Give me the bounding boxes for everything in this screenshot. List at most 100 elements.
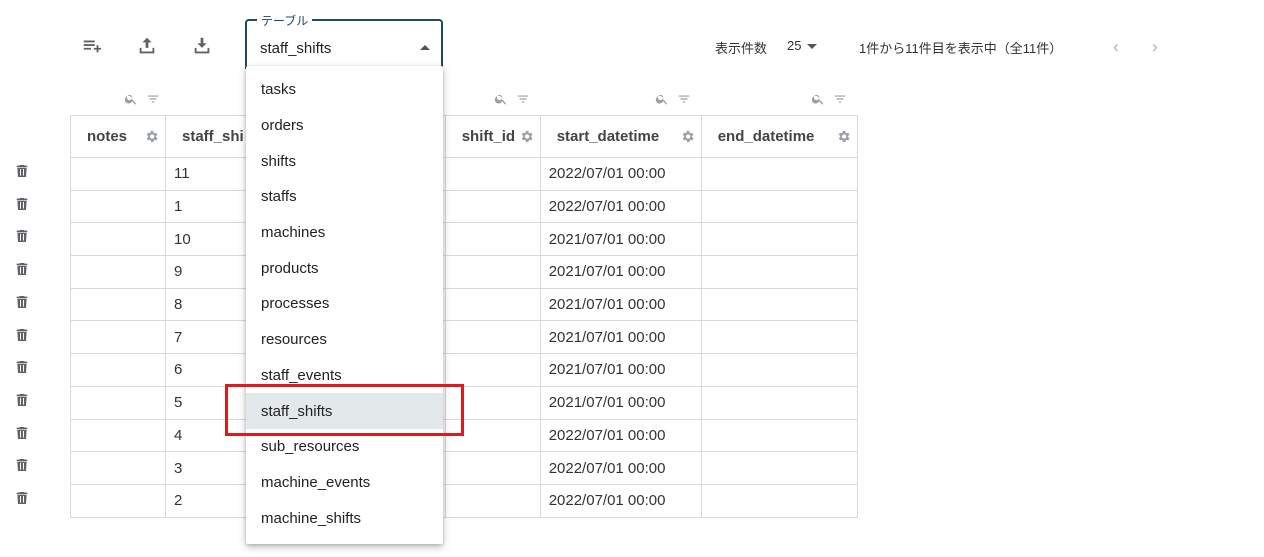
delete-row-button[interactable] (14, 392, 30, 408)
table-row[interactable]: 11 2022/07/01 00:00 (70, 157, 858, 191)
table-cell[interactable] (700, 287, 858, 322)
delete-row-button[interactable] (14, 359, 30, 375)
table-cell[interactable] (70, 483, 166, 518)
download-button[interactable] (190, 36, 214, 60)
table-cell[interactable]: 10 (165, 222, 255, 257)
search-icon[interactable] (494, 92, 508, 111)
table-cell[interactable] (70, 320, 166, 355)
dropdown-option[interactable]: resources (246, 322, 443, 358)
table-cell[interactable] (444, 222, 541, 257)
filter-icon[interactable] (677, 92, 691, 111)
dropdown-option[interactable]: orders (246, 108, 443, 144)
dropdown-option[interactable]: staffs (246, 179, 443, 215)
table-cell[interactable]: 2022/07/01 00:00 (539, 451, 702, 485)
table-cell[interactable]: 2022/07/01 00:00 (539, 418, 702, 453)
table-cell[interactable] (70, 255, 166, 289)
table-cell[interactable]: 2022/07/01 00:00 (539, 157, 702, 191)
table-cell[interactable]: 8 (165, 287, 255, 322)
delete-row-button[interactable] (14, 294, 30, 310)
column-header[interactable]: end_datetime (700, 115, 858, 158)
add-row-button[interactable] (80, 36, 104, 60)
table-cell[interactable]: 2021/07/01 00:00 (539, 255, 702, 289)
gear-icon[interactable] (144, 129, 159, 144)
table-cell[interactable]: 2022/07/01 00:00 (539, 189, 702, 224)
dropdown-option[interactable]: machines (246, 215, 443, 251)
table-cell[interactable]: 2021/07/01 00:00 (539, 385, 702, 420)
delete-row-button[interactable] (14, 163, 30, 179)
table-row[interactable]: 9 2021/07/01 00:00 (70, 255, 858, 289)
table-cell[interactable] (444, 451, 541, 485)
table-row[interactable]: 1 2022/07/01 00:00 (70, 189, 858, 224)
column-header[interactable]: notes (70, 115, 166, 158)
prev-page-button[interactable]: ‹ (1113, 38, 1119, 55)
table-cell[interactable] (70, 385, 166, 420)
table-cell[interactable] (444, 483, 541, 518)
table-row[interactable]: 2 2022/07/01 00:00 (70, 483, 858, 518)
delete-row-button[interactable] (14, 261, 30, 277)
gear-icon[interactable] (836, 129, 851, 144)
table-cell[interactable]: 9 (165, 255, 255, 289)
table-cell[interactable] (700, 385, 858, 420)
table-cell[interactable] (70, 418, 166, 453)
table-row[interactable]: 10 2021/07/01 00:00 (70, 222, 858, 257)
table-cell[interactable] (444, 157, 541, 191)
column-header[interactable]: shift_id (444, 115, 541, 158)
table-cell[interactable] (700, 418, 858, 453)
table-cell[interactable]: 3 (165, 451, 255, 485)
table-cell[interactable]: 2022/07/01 00:00 (539, 483, 702, 518)
table-cell[interactable] (444, 320, 541, 355)
dropdown-option[interactable]: tasks (246, 72, 443, 108)
search-icon[interactable] (655, 92, 669, 111)
dropdown-option[interactable]: shifts (246, 143, 443, 179)
table-cell[interactable] (700, 157, 858, 191)
dropdown-option[interactable]: products (246, 250, 443, 286)
table-cell[interactable] (444, 353, 541, 387)
filter-icon[interactable] (833, 92, 847, 111)
table-cell[interactable]: 2021/07/01 00:00 (539, 320, 702, 355)
table-cell[interactable] (70, 222, 166, 257)
dropdown-option[interactable]: machine_events (246, 465, 443, 501)
table-cell[interactable] (700, 255, 858, 289)
delete-row-button[interactable] (14, 327, 30, 343)
dropdown-option[interactable]: processes (246, 286, 443, 322)
table-cell[interactable] (70, 287, 166, 322)
delete-row-button[interactable] (14, 196, 30, 212)
table-cell[interactable]: 7 (165, 320, 255, 355)
table-cell[interactable]: 2 (165, 483, 255, 518)
column-header[interactable]: staff_shi (165, 115, 255, 158)
delete-row-button[interactable] (14, 425, 30, 441)
table-cell[interactable] (70, 189, 166, 224)
gear-icon[interactable] (680, 129, 695, 144)
filter-icon[interactable] (146, 92, 160, 111)
table-cell[interactable] (700, 353, 858, 387)
column-header[interactable]: start_datetime (539, 115, 702, 158)
gear-icon[interactable] (519, 129, 534, 144)
table-cell[interactable] (70, 451, 166, 485)
table-row[interactable]: 3 2022/07/01 00:00 (70, 451, 858, 485)
table-row[interactable]: 6 2021/07/01 00:00 (70, 353, 858, 387)
table-cell[interactable] (700, 189, 858, 224)
table-cell[interactable]: 2021/07/01 00:00 (539, 353, 702, 387)
delete-row-button[interactable] (14, 457, 30, 473)
table-cell[interactable] (700, 483, 858, 518)
search-icon[interactable] (811, 92, 825, 111)
table-cell[interactable] (700, 320, 858, 355)
table-row[interactable]: 7 2021/07/01 00:00 (70, 320, 858, 355)
dropdown-option[interactable]: machine_shifts (246, 500, 443, 536)
upload-button[interactable] (135, 36, 159, 60)
search-icon[interactable] (124, 92, 138, 111)
table-cell[interactable] (700, 222, 858, 257)
table-cell[interactable] (444, 287, 541, 322)
table-cell[interactable] (70, 157, 166, 191)
table-cell[interactable]: 1 (165, 189, 255, 224)
table-select[interactable]: テーブル staff_shifts (245, 12, 443, 69)
table-row[interactable]: 8 2021/07/01 00:00 (70, 287, 858, 322)
table-cell[interactable] (444, 255, 541, 289)
delete-row-button[interactable] (14, 490, 30, 506)
table-cell[interactable]: 2021/07/01 00:00 (539, 287, 702, 322)
table-cell[interactable] (444, 189, 541, 224)
filter-icon[interactable] (516, 92, 530, 111)
table-cell[interactable]: 11 (165, 157, 255, 191)
table-cell[interactable] (700, 451, 858, 485)
table-cell[interactable] (70, 353, 166, 387)
